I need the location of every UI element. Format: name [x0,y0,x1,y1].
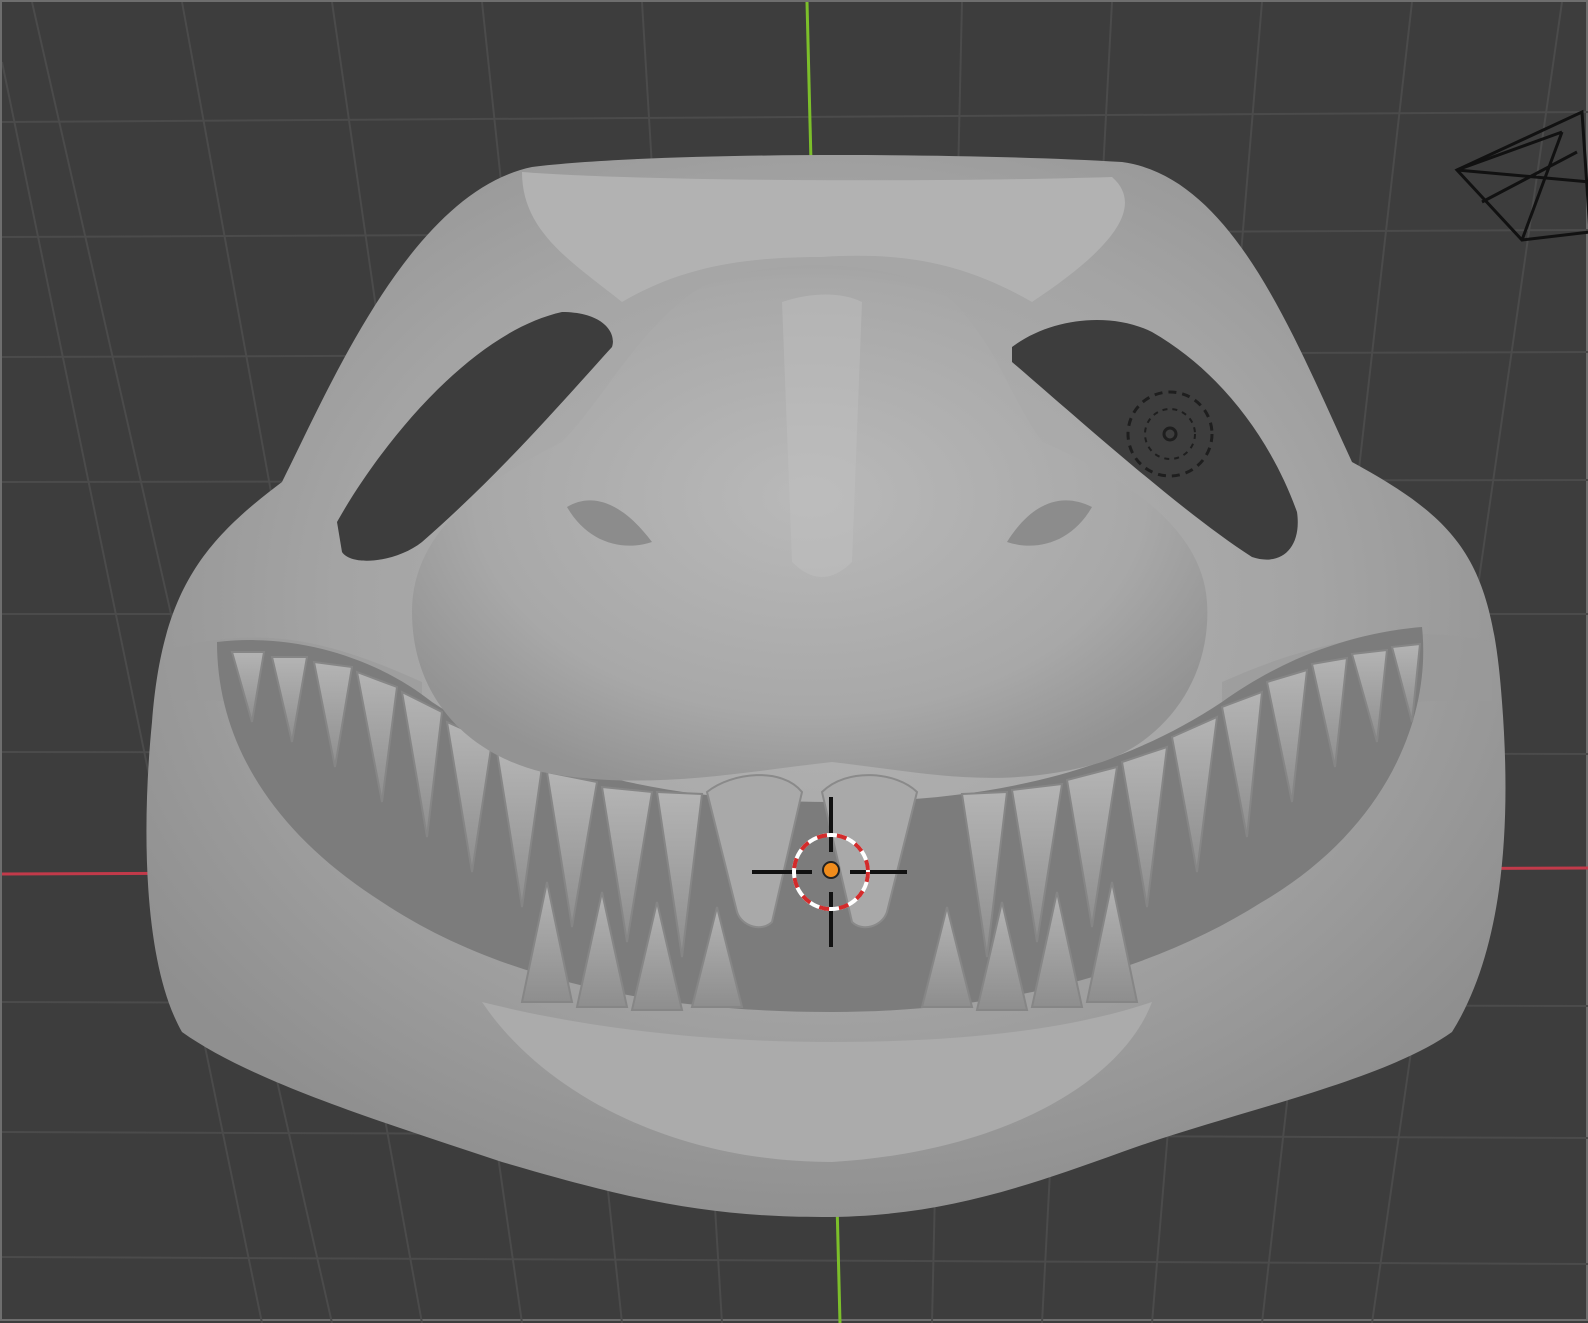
sculpted-mask[interactable] [146,155,1506,1217]
viewport-canvas[interactable] [2,2,1588,1323]
3d-viewport[interactable] [0,0,1588,1323]
object-origin[interactable] [822,861,840,879]
camera-icon[interactable] [1454,109,1588,242]
